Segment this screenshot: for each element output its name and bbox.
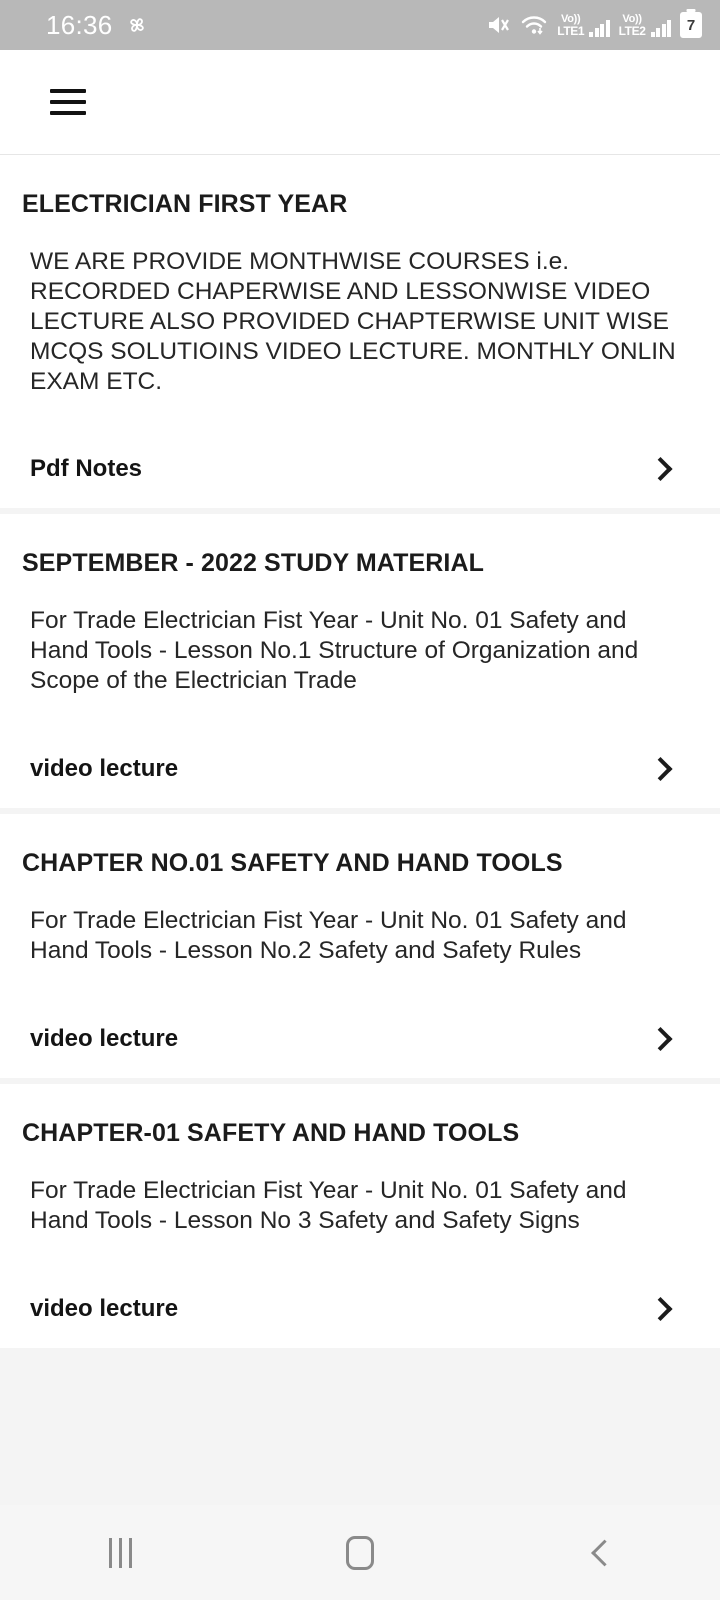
course-list[interactable]: ELECTRICIAN FIRST YEAR WE ARE PROVIDE MO… (0, 155, 720, 1505)
battery-level-text: 7 (686, 16, 696, 34)
card-action-label: Pdf Notes (30, 455, 143, 483)
volte2-label: Vo)) LTE2 (618, 12, 646, 38)
course-card: CHAPTER-01 SAFETY AND HAND TOOLS For Tra… (0, 1083, 720, 1348)
phone-screen: 16:36 Vo)) LTE1 Vo)) LTE2 7 ELECTRICIAN … (0, 0, 720, 1600)
course-card: CHAPTER NO.01 SAFETY AND HAND TOOLS For … (0, 814, 720, 1078)
pinwheel-icon (129, 18, 144, 32)
android-navigation-bar (0, 1505, 720, 1600)
status-bar-right: Vo)) LTE1 Vo)) LTE2 7 (486, 12, 702, 38)
card-action-video-lecture[interactable]: video lecture (22, 1000, 698, 1078)
status-bar-left: 16:36 (46, 10, 149, 41)
card-action-video-lecture[interactable]: video lecture (22, 730, 698, 808)
card-description: WE ARE PROVIDE MONTHWISE COURSES i.e. RE… (30, 248, 683, 395)
card-description: For Trade Electrician Fist Year - Unit N… (30, 607, 646, 695)
hamburger-bar-3 (50, 111, 86, 115)
recents-button[interactable] (60, 1518, 180, 1588)
hamburger-menu-icon[interactable] (50, 89, 86, 115)
card-action-label: video lecture (30, 1294, 179, 1322)
wifi-icon (522, 16, 547, 35)
card-action-label: video lecture (30, 755, 179, 782)
volte2-signal-icon: Vo)) LTE2 (618, 12, 671, 38)
back-icon (591, 1538, 609, 1568)
card-title: SEPTEMBER - 2022 STUDY MATERIAL (22, 549, 484, 578)
back-button[interactable] (540, 1518, 660, 1588)
chevron-right-icon (652, 455, 668, 483)
volte1-label: Vo)) LTE1 (557, 12, 585, 38)
recents-icon (108, 1537, 132, 1568)
chevron-right-icon (652, 755, 668, 783)
card-title: ELECTRICIAN FIRST YEAR (22, 190, 348, 218)
card-action-video-lecture[interactable]: video lecture (22, 1270, 698, 1348)
status-bar: 16:36 Vo)) LTE1 Vo)) LTE2 7 (0, 0, 720, 50)
card-title: CHAPTER-01 SAFETY AND HAND TOOLS (22, 1118, 520, 1147)
signal-bars-sim1 (589, 19, 610, 37)
status-bar-clock: 16:36 (46, 9, 113, 40)
home-icon (346, 1535, 374, 1570)
card-description: For Trade Electrician Fist Year - Unit N… (30, 907, 634, 964)
hamburger-bar-2 (50, 100, 86, 104)
battery-icon: 7 (680, 12, 702, 38)
course-card: SEPTEMBER - 2022 STUDY MATERIAL For Trad… (0, 514, 720, 808)
card-action-pdf-notes[interactable]: Pdf Notes (22, 430, 698, 508)
card-description: For Trade Electrician Fist Year - Unit N… (30, 1176, 634, 1234)
course-card: ELECTRICIAN FIRST YEAR WE ARE PROVIDE MO… (0, 155, 720, 509)
chevron-right-icon (652, 1295, 668, 1323)
volte1-signal-icon: Vo)) LTE1 (557, 12, 610, 38)
card-action-label: video lecture (30, 1024, 179, 1052)
chevron-right-icon (652, 1025, 668, 1053)
hamburger-bar-1 (50, 89, 86, 93)
mute-icon (489, 17, 510, 33)
app-bar (0, 50, 720, 155)
home-button[interactable] (300, 1518, 420, 1588)
signal-bars-sim2 (650, 19, 671, 37)
card-title: CHAPTER NO.01 SAFETY AND HAND TOOLS (22, 849, 563, 877)
